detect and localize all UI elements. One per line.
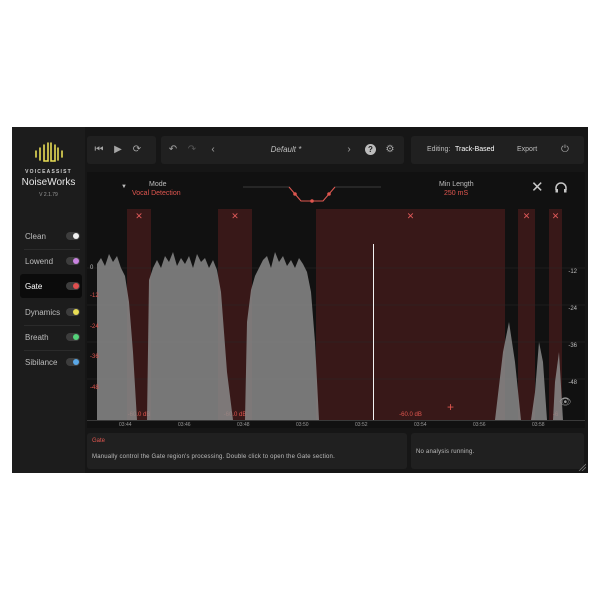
brand-small: VOICEASSIST [25,169,72,175]
help-icon[interactable]: ? [365,144,376,155]
time-tick: 03:48 [237,422,250,428]
gate-editor[interactable]: ✕ -60.0 dB ✕ -60.0 dB ✕ -60.0 dB ✕ ✕ -6 [87,172,585,428]
next-preset-icon[interactable]: › [342,143,356,157]
info-description: Manually control the Gate region's proce… [92,454,335,460]
analysis-panel: No analysis running. [411,433,584,469]
toggle-dynamics[interactable] [66,308,80,316]
close-icon[interactable]: ✕ [531,180,544,195]
minlen-value[interactable]: 250 mS [444,190,468,197]
nav-item-dynamics[interactable]: Dynamics [20,300,82,324]
mode-caption: Mode [149,181,167,188]
nav-label: Sibilance [25,358,58,367]
info-panel: Gate Manually control the Gate region's … [87,433,407,469]
brand-name: NoiseWorks [21,177,76,188]
prev-preset-icon[interactable]: ‹ [206,143,220,157]
plugin-window: VOICEASSIST NoiseWorks V 2.1.79 Clean Lo… [12,127,588,473]
time-tick: 03:58 [532,422,545,428]
time-tick: 03:54 [414,422,427,428]
preset-group: ↶ ↷ ‹ Default * › ? ⚙ [161,136,404,164]
info-title: Gate [92,438,106,444]
db-label: -36 [568,343,577,349]
toggle-lowend[interactable] [66,257,80,265]
nav-label: Dynamics [25,308,61,317]
skip-back-icon[interactable]: ⏮ [92,143,106,157]
waveform [87,252,585,420]
transport-group: ⏮ ▶ ⟳ [87,136,156,164]
logo-icon [35,142,63,162]
db-label: -24 [90,324,99,330]
time-tick: 03:52 [355,422,368,428]
playhead[interactable] [373,244,374,420]
nav-item-sibilance[interactable]: Sibilance [20,350,82,374]
headphones-icon[interactable] [555,182,567,193]
power-icon[interactable]: ⏻ [558,143,572,157]
toggle-gate[interactable] [66,282,80,290]
toggle-breath[interactable] [66,333,80,341]
db-label: -48 [90,385,99,391]
nav-item-clean[interactable]: Clean [20,224,82,248]
db-label: 0 [90,265,94,271]
nav-label: Lowend [25,257,54,266]
nav-label: Gate [25,282,43,291]
nav-label: Clean [25,232,46,241]
chevron-down-icon[interactable]: ▼ [121,184,127,190]
loop-icon[interactable]: ⟳ [130,143,144,157]
editing-label: Editing: [427,146,451,153]
export-button[interactable]: Export [517,146,537,153]
nav-item-breath[interactable]: Breath [20,325,82,349]
analysis-status: No analysis running. [416,449,475,455]
time-tick: 03:46 [178,422,191,428]
play-icon[interactable]: ▶ [111,143,125,157]
editing-mode[interactable]: Track-Based [455,146,494,153]
undo-icon[interactable]: ↶ [166,143,180,157]
add-region-icon[interactable]: + [447,400,454,414]
nav-item-lowend[interactable]: Lowend [20,249,82,273]
mode-value[interactable]: Vocal Detection [132,190,181,197]
db-label: -36 [90,354,99,360]
editing-group: Editing: Track-Based Export ⏻ [411,136,584,164]
nav-item-gate[interactable]: Gate [20,274,82,298]
time-tick: 03:56 [473,422,486,428]
toggle-sibilance[interactable] [66,358,80,366]
preset-name[interactable]: Default * [241,145,331,154]
sidebar: VOICEASSIST NoiseWorks V 2.1.79 Clean Lo… [12,127,85,473]
redo-icon[interactable]: ↷ [185,143,199,157]
minlen-caption: Min Length [439,181,474,188]
time-tick: 03:44 [119,422,132,428]
resize-handle-icon[interactable] [578,463,586,471]
db-label: -12 [568,269,577,275]
db-label: -12 [90,293,99,299]
time-tick: 03:50 [296,422,309,428]
gear-icon[interactable]: ⚙ [383,143,397,157]
nav-label: Breath [25,333,49,342]
db-label: -24 [568,306,577,312]
gate-curve[interactable] [237,177,387,207]
eye-icon[interactable]: 👁 [559,397,572,408]
version-label: V 2.1.79 [39,192,58,198]
db-label: -48 [568,380,577,386]
toggle-clean[interactable] [66,232,80,240]
